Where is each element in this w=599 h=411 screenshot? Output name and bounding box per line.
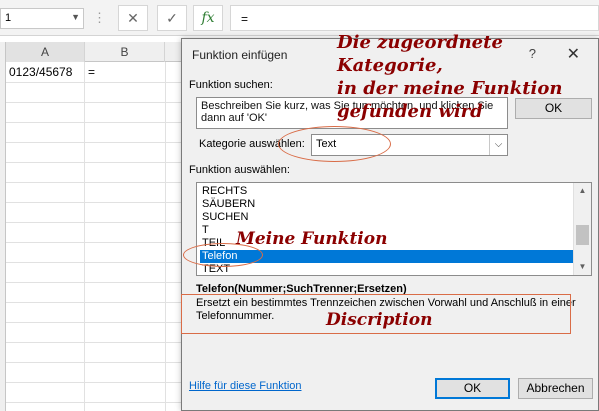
function-annotation: Meine Funktion xyxy=(236,229,388,249)
fx-icon: fx xyxy=(201,10,215,26)
grid-line xyxy=(6,342,181,343)
list-item[interactable]: RECHTS xyxy=(200,185,574,198)
cancel-button[interactable]: Abbrechen xyxy=(518,378,593,399)
grid-line xyxy=(165,62,166,411)
category-annotation: Die zugeordnete Kategorie, in der meine … xyxy=(337,31,562,123)
enter-button[interactable]: ✓ xyxy=(157,5,187,31)
grid-line xyxy=(6,222,181,223)
annotation-line: Kategorie, xyxy=(337,55,443,76)
grid-line xyxy=(6,382,181,383)
function-list-label: Funktion auswählen: xyxy=(189,164,290,176)
column-header-a[interactable]: A xyxy=(6,42,85,62)
cell-a1[interactable]: 0123/45678 xyxy=(7,62,84,82)
grid-line xyxy=(6,302,181,303)
column-header-b[interactable]: B xyxy=(85,42,165,62)
list-item[interactable]: TEXT xyxy=(200,263,574,275)
cancel-entry-button[interactable]: ✕ xyxy=(118,5,148,31)
grid-line xyxy=(6,142,181,143)
formula-input[interactable]: = xyxy=(230,5,599,31)
cell-b1[interactable]: = xyxy=(86,62,165,82)
grid-line xyxy=(6,82,181,83)
grid-line xyxy=(6,362,181,363)
list-item[interactable]: SUCHEN xyxy=(200,211,574,224)
grid-line xyxy=(6,162,181,163)
scroll-down-icon[interactable]: ▼ xyxy=(574,259,591,275)
close-icon: ✕ xyxy=(127,9,139,26)
grid-line xyxy=(6,202,181,203)
ok-button[interactable]: OK xyxy=(435,378,510,399)
check-icon: ✓ xyxy=(166,9,178,26)
grid-line xyxy=(6,282,181,283)
grid-line xyxy=(6,242,181,243)
description-annotation: Discription xyxy=(326,310,433,330)
annotation-line: in der meine Funktion xyxy=(337,78,563,99)
grid-line xyxy=(6,262,181,263)
formula-bar-separator: ⋮ xyxy=(93,10,106,25)
list-item[interactable]: SÄUBERN xyxy=(200,198,574,211)
annotation-line: Die zugeordnete xyxy=(337,32,503,53)
close-icon[interactable]: ✕ xyxy=(567,44,580,64)
list-scrollbar[interactable]: ▲ ▼ xyxy=(573,183,591,275)
dialog-title: Funktion einfügen xyxy=(192,48,288,62)
search-label: Funktion suchen: xyxy=(189,79,273,91)
chevron-down-icon[interactable]: ▼ xyxy=(71,12,80,22)
row-header-strip xyxy=(0,42,6,411)
name-box-value: 1 xyxy=(5,12,12,24)
grid-line xyxy=(6,182,181,183)
grid-line xyxy=(84,62,85,411)
chevron-down-icon[interactable]: ⌵ xyxy=(489,135,507,155)
grid-line xyxy=(6,122,181,123)
function-help-link[interactable]: Hilfe für diese Funktion xyxy=(189,380,302,392)
name-box[interactable]: 1 ▼ xyxy=(0,8,84,29)
category-highlight-oval xyxy=(278,126,391,162)
scrollbar-thumb[interactable] xyxy=(576,225,589,245)
scroll-up-icon[interactable]: ▲ xyxy=(574,183,591,199)
annotation-line: gefunden wird xyxy=(337,101,483,122)
grid-line xyxy=(6,402,181,403)
grid-line xyxy=(6,102,181,103)
grid-line xyxy=(6,322,181,323)
insert-function-button[interactable]: fx xyxy=(193,5,223,31)
